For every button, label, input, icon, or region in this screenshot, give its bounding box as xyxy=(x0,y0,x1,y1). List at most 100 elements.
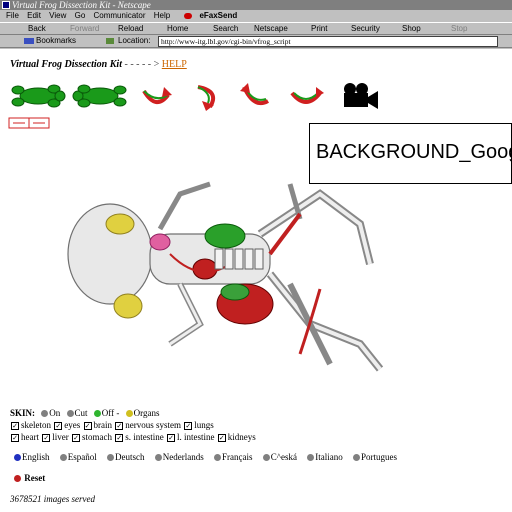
lang-english[interactable]: English xyxy=(10,452,50,462)
language-selector: English Español Deutsch Nederlands Franç… xyxy=(10,452,401,462)
netscape-button[interactable]: Netscape xyxy=(254,23,288,35)
background-overlay-box: BACKGROUND_Goog xyxy=(309,123,512,184)
rotate-left-icon[interactable] xyxy=(138,81,174,111)
skin-on-radio[interactable] xyxy=(41,410,49,418)
lang-deutsch[interactable]: Deutsch xyxy=(103,452,145,462)
skin-on-label: On xyxy=(49,408,61,418)
view-top-frog-icon[interactable] xyxy=(8,81,68,111)
menu-communicator[interactable]: Communicator xyxy=(94,10,146,22)
app-icon xyxy=(2,1,10,9)
divider xyxy=(4,486,504,487)
lungs-checkbox[interactable]: ✓ xyxy=(184,421,193,430)
lang-francais-label: Français xyxy=(222,452,253,462)
rotate-down-icon[interactable] xyxy=(238,81,274,111)
lang-francais-radio[interactable] xyxy=(214,454,221,462)
security-button[interactable]: Security xyxy=(351,23,380,35)
movie-camera-icon[interactable] xyxy=(340,81,380,111)
lang-italiano-label: Italiano xyxy=(315,452,343,462)
skin-label: SKIN: xyxy=(10,408,36,418)
lungs-label: lungs xyxy=(194,420,214,430)
images-served-counter: 3678521 images served xyxy=(10,494,95,504)
bookmarks-button[interactable]: Bookmarks xyxy=(36,35,76,47)
view-bottom-frog-icon[interactable] xyxy=(70,81,130,111)
navigation-toolbar: Back Forward Reload Home Search Netscape… xyxy=(0,22,512,35)
organs-label: Organs xyxy=(133,408,160,418)
lang-ceska-radio[interactable] xyxy=(262,454,270,462)
rotate-up-icon[interactable] xyxy=(286,81,326,111)
lang-francais[interactable]: Français xyxy=(210,452,253,462)
nervous-system-label: nervous system xyxy=(125,420,181,430)
search-button[interactable]: Search xyxy=(213,23,238,35)
heart-label: heart xyxy=(21,432,39,442)
efax-icon xyxy=(184,12,193,19)
lang-english-radio[interactable] xyxy=(14,454,21,462)
lang-italiano-radio[interactable] xyxy=(307,454,315,462)
s-intestine-label: s. intestine xyxy=(125,432,164,442)
frog-dissection-image[interactable] xyxy=(60,174,390,374)
skin-controls: SKIN: On Cut Off - Organs ✓ skeleton ✓ eye… xyxy=(10,407,256,443)
menu-view[interactable]: View xyxy=(49,10,66,22)
help-link[interactable]: HELP xyxy=(162,59,187,70)
page-content: Virtual Frog Dissection Kit - - - - - > … xyxy=(0,49,512,512)
s-intestine-checkbox[interactable]: ✓ xyxy=(115,433,124,442)
efax-label: eFaxSend xyxy=(199,11,238,20)
l-intestine-label: l. intestine xyxy=(177,432,215,442)
reset-icon xyxy=(14,475,21,483)
l-intestine-checkbox[interactable]: ✓ xyxy=(167,433,175,442)
stomach-checkbox[interactable]: ✓ xyxy=(72,433,80,442)
eyes-checkbox[interactable]: ✓ xyxy=(54,421,63,430)
lang-espanol-radio[interactable] xyxy=(59,454,67,462)
heart-checkbox[interactable]: ✓ xyxy=(11,433,19,442)
lang-ceska-label: C^eská xyxy=(270,452,297,462)
reset-button[interactable]: Reset xyxy=(10,473,45,483)
divider xyxy=(4,447,504,448)
eyes-label: eyes xyxy=(64,420,81,430)
forward-button[interactable]: Forward xyxy=(70,23,99,35)
bookmarks-icon xyxy=(24,38,34,44)
lang-espanol[interactable]: Español xyxy=(56,452,97,462)
organ-row-1: ✓ skeleton ✓ eyes ✓ brain ✓ nervous system ✓… xyxy=(10,419,256,431)
reset-label: Reset xyxy=(24,473,46,483)
nervous-system-checkbox[interactable]: ✓ xyxy=(115,421,124,430)
lang-nederlands-radio[interactable] xyxy=(154,454,162,462)
menu-edit[interactable]: Edit xyxy=(27,10,41,22)
skeleton-checkbox[interactable]: ✓ xyxy=(11,421,19,430)
liver-label: liver xyxy=(52,432,69,442)
lang-ceska[interactable]: C^eská xyxy=(259,452,297,462)
lang-espanol-label: Español xyxy=(67,452,97,462)
menu-help[interactable]: Help xyxy=(154,10,170,22)
page-title: Virtual Frog Dissection Kit - - - - - > … xyxy=(10,59,187,70)
liver-checkbox[interactable]: ✓ xyxy=(42,433,51,442)
skin-row: SKIN: On Cut Off - Organs xyxy=(10,407,256,419)
skin-off-radio[interactable] xyxy=(93,410,101,418)
menu-go[interactable]: Go xyxy=(75,10,86,22)
location-label: Location: xyxy=(118,36,151,45)
divider xyxy=(4,465,504,466)
window-title-bar: Virtual Frog Dissection Kit - Netscape xyxy=(0,0,512,10)
menu-bar: File Edit View Go Communicator Help eFax… xyxy=(0,10,512,22)
shop-button[interactable]: Shop xyxy=(402,23,421,35)
lang-nederlands[interactable]: Nederlands xyxy=(151,452,204,462)
window-title: Virtual Frog Dissection Kit - Netscape xyxy=(12,0,151,10)
location-icon xyxy=(106,38,114,44)
home-button[interactable]: Home xyxy=(167,23,188,35)
url-input[interactable]: http://www-itg.lbl.gov/cgi-bin/vfrog_scr… xyxy=(158,36,498,47)
organs-radio[interactable] xyxy=(125,410,133,418)
stomach-label: stomach xyxy=(82,432,112,442)
print-button[interactable]: Print xyxy=(311,23,327,35)
brain-checkbox[interactable]: ✓ xyxy=(83,421,92,430)
kidneys-checkbox[interactable]: ✓ xyxy=(217,433,226,442)
lang-portugues-radio[interactable] xyxy=(352,454,360,462)
skin-cut-radio[interactable] xyxy=(66,410,74,418)
stop-button[interactable]: Stop xyxy=(451,23,467,35)
rotate-right-icon[interactable] xyxy=(190,81,226,111)
lang-deutsch-radio[interactable] xyxy=(107,454,115,462)
skeleton-label: skeleton xyxy=(21,420,51,430)
back-button[interactable]: Back xyxy=(28,23,46,35)
reload-button[interactable]: Reload xyxy=(118,23,143,35)
lang-portugues[interactable]: Portugues xyxy=(349,452,397,462)
efax-send-button[interactable]: eFaxSend xyxy=(178,10,237,22)
lang-italiano[interactable]: Italiano xyxy=(303,452,343,462)
menu-file[interactable]: File xyxy=(6,10,19,22)
slice-boxes[interactable] xyxy=(8,117,52,129)
